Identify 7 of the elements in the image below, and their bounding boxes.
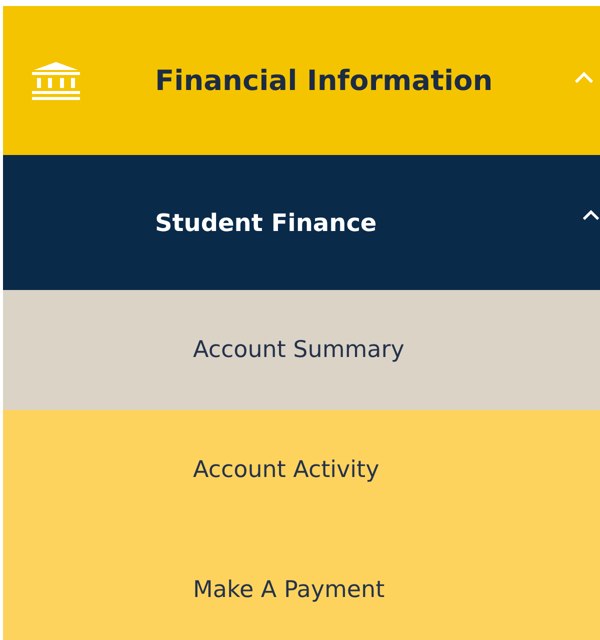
menu-header[interactable]: Financial Information — [3, 6, 600, 155]
bank-icon — [31, 60, 81, 100]
menu-item[interactable]: Account Summary — [3, 290, 600, 410]
menu-item[interactable]: Make A Payment — [3, 530, 600, 640]
submenu-header[interactable]: Student Finance — [3, 155, 600, 290]
chevron-icon[interactable] — [582, 210, 600, 221]
menu-item[interactable]: Account Activity — [3, 410, 600, 530]
